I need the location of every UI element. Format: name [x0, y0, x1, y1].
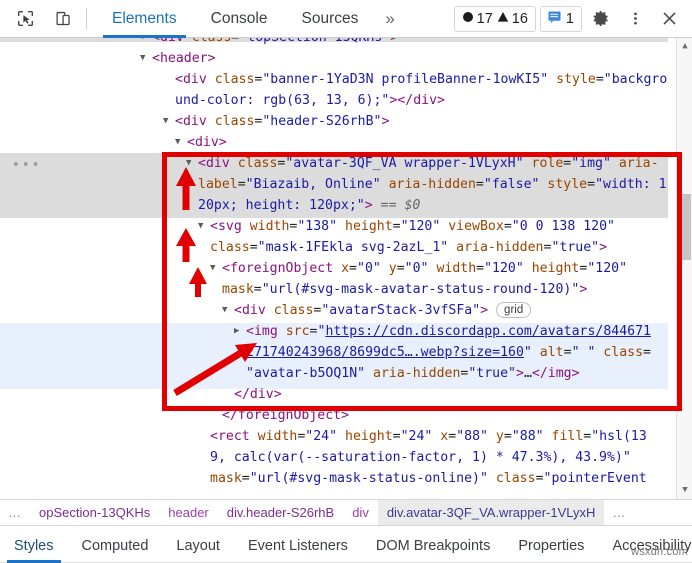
tab-event-listeners[interactable]: Event Listeners — [234, 528, 362, 563]
warning-counter[interactable]: 16 — [497, 11, 528, 27]
dom-code-area: ▼ <div class="topSection-13QKHs"> ▼ <hea… — [0, 38, 668, 499]
dom-line[interactable]: mask="url(#svg-mask-status-online)" clas… — [210, 468, 647, 489]
dom-line[interactable]: <div class="avatarStack-3vfSFa"> grid — [234, 300, 531, 321]
dom-line[interactable]: </div> — [234, 384, 282, 405]
tab-computed[interactable]: Computed — [68, 528, 163, 563]
gear-icon[interactable] — [586, 4, 616, 34]
message-box-icon — [548, 11, 561, 27]
collapse-triangle-icon[interactable]: ▶ — [234, 321, 239, 342]
breadcrumb-item-header[interactable]: header — [159, 500, 217, 526]
dom-line[interactable]: <div class="banner-1YaD3N profileBanner-… — [175, 69, 667, 90]
dom-tree-scrollbar[interactable]: ▲ ▼ — [676, 38, 692, 499]
expand-triangle-icon[interactable]: ▼ — [222, 300, 227, 321]
tab-sources[interactable]: Sources — [285, 0, 376, 38]
toolbar-right-icons: 17 16 1 — [454, 4, 692, 34]
dom-line-hovered[interactable]: 271740243968/8699dc5….webp?size=160" alt… — [246, 342, 651, 363]
sidebar-tabs: Styles Computed Layout Event Listeners D… — [0, 525, 692, 563]
scroll-down-arrow[interactable]: ▼ — [677, 482, 692, 499]
close-icon[interactable] — [654, 4, 684, 34]
dom-line[interactable]: class="mask-1FEkla svg-2azL_1" aria-hidd… — [210, 237, 607, 258]
dom-line[interactable]: <svg width="138" height="120" viewBox="0… — [210, 216, 615, 237]
more-tabs-icon[interactable]: » — [375, 0, 404, 38]
toolbar-divider — [86, 8, 87, 30]
error-counter[interactable]: 17 — [462, 11, 493, 27]
dom-line[interactable]: <div> — [187, 132, 227, 153]
error-circle-icon — [462, 11, 474, 27]
toolbar-left-icons — [0, 6, 78, 32]
breadcrumb-overflow-right[interactable]: … — [604, 505, 634, 520]
tab-elements[interactable]: Elements — [95, 0, 194, 38]
dom-line-selected[interactable]: <div class="avatar-3QF_VA wrapper-1VLyxH… — [198, 153, 659, 174]
dom-line[interactable]: 9, calc(var(--saturation-factor, 1) * 47… — [210, 447, 631, 468]
dom-line[interactable]: <div class="header-S26rhB"> — [175, 111, 389, 132]
grid-badge[interactable]: grid — [496, 302, 531, 318]
expand-triangle-icon[interactable]: ▼ — [210, 258, 215, 279]
dom-line[interactable]: mask="url(#svg-mask-avatar-status-round-… — [222, 279, 587, 300]
dom-line[interactable]: und-color: rgb(63, 13, 6);"></div> — [175, 90, 445, 111]
expand-triangle-icon[interactable]: ▼ — [140, 48, 145, 69]
dom-tree-pane[interactable]: ••• ▼ <div class="topSection-13QKHs"> ▼ … — [0, 38, 692, 499]
expand-triangle-icon[interactable]: ▼ — [175, 132, 180, 153]
scroll-up-arrow[interactable]: ▲ — [677, 38, 692, 55]
breadcrumb-item-div[interactable]: div — [343, 500, 378, 526]
error-count-label: 17 — [477, 11, 493, 27]
dom-line-hovered[interactable]: <img src="https://cdn.discordapp.com/ava… — [246, 321, 651, 342]
messages-counter-group[interactable]: 1 — [540, 6, 582, 32]
warning-count-label: 16 — [512, 11, 528, 27]
device-toolbar-icon[interactable] — [48, 6, 78, 32]
tab-layout[interactable]: Layout — [162, 528, 234, 563]
panel-tabs: Elements Console Sources » — [95, 0, 405, 38]
breadcrumb-item-avatar[interactable]: div.avatar-3QF_VA.wrapper-1VLyxH — [378, 500, 605, 526]
message-count-label: 1 — [566, 11, 574, 27]
devtools-toolbar: Elements Console Sources » 17 16 — [0, 0, 692, 38]
dom-line[interactable]: <header> — [152, 48, 216, 69]
watermark: wsxdn.com — [631, 546, 688, 558]
dom-line-selected[interactable]: label="Biazaib, Online" aria-hidden="fal… — [198, 174, 667, 195]
warning-triangle-icon — [497, 11, 509, 27]
breadcrumb-item-header-div[interactable]: div.header-S26rhB — [218, 500, 343, 526]
dom-line[interactable]: <rect width="24" height="24" x="88" y="8… — [210, 426, 647, 447]
breadcrumb-overflow[interactable]: … — [0, 505, 30, 520]
breadcrumb: … opSection-13QKHs header div.header-S26… — [0, 499, 692, 525]
dom-line[interactable]: <div class="topSection-13QKHs"> — [152, 38, 398, 48]
cursor-select-icon[interactable] — [10, 6, 40, 32]
tab-properties[interactable]: Properties — [504, 528, 598, 563]
scrollbar-thumb[interactable] — [679, 194, 691, 260]
expand-triangle-icon[interactable]: ▼ — [198, 216, 203, 237]
tab-styles[interactable]: Styles — [0, 528, 68, 563]
expand-triangle-icon[interactable]: ▼ — [186, 153, 191, 174]
issues-counter-group[interactable]: 17 16 — [454, 6, 536, 32]
expand-triangle-icon[interactable]: ▼ — [163, 111, 168, 132]
expand-triangle-icon[interactable]: ▼ — [140, 38, 145, 48]
more-vertical-icon[interactable] — [620, 4, 650, 34]
tab-dom-breakpoints[interactable]: DOM Breakpoints — [362, 528, 504, 563]
dom-line[interactable]: <foreignObject x="0" y="0" width="120" h… — [222, 258, 627, 279]
dom-line-hovered[interactable]: "avatar-b5OQ1N" aria-hidden="true">…</im… — [246, 363, 580, 384]
dom-line-selected[interactable]: 20px; height: 120px;"> == $0 — [198, 195, 420, 216]
dom-line[interactable]: </foreignObject> — [222, 405, 349, 426]
devtools-window: Elements Console Sources » 17 16 — [0, 0, 692, 563]
tab-console[interactable]: Console — [194, 0, 285, 38]
breadcrumb-item-topsection[interactable]: opSection-13QKHs — [30, 500, 159, 526]
